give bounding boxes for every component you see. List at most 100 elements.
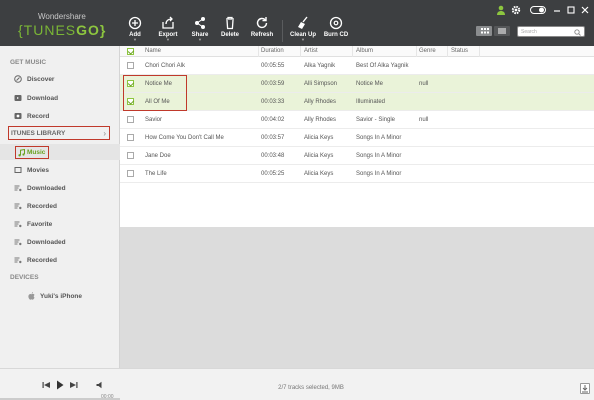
track-duration: 00:04:02 xyxy=(261,117,285,123)
track-duration: 00:03:33 xyxy=(261,99,285,105)
delete-button[interactable]: Delete xyxy=(219,16,241,46)
burn-cd-label: Burn CD xyxy=(323,32,349,38)
table-row[interactable]: Savior 00:04:02 Ally Rhodes Savior - Sin… xyxy=(120,111,594,129)
table-row[interactable]: Chori Chori Alk 00:05:55 Alka Yagnik Bes… xyxy=(120,57,594,75)
user-icon[interactable] xyxy=(496,4,506,16)
refresh-button[interactable]: Refresh xyxy=(249,16,275,46)
sidebar-item-label: Recorded xyxy=(27,256,57,264)
download-queue-button[interactable] xyxy=(580,383,590,394)
track-duration: 00:03:57 xyxy=(261,135,285,141)
column-album[interactable]: Album xyxy=(356,48,373,54)
search-input[interactable]: Search xyxy=(517,26,585,37)
sidebar-item-download[interactable]: Download xyxy=(14,92,58,104)
chevron-down-icon: ▼ xyxy=(133,37,137,42)
grid-view-button[interactable] xyxy=(476,26,492,36)
share-button[interactable]: Share ▼ xyxy=(189,16,211,46)
movie-icon xyxy=(14,167,22,173)
record-icon xyxy=(14,113,22,119)
track-name: Jane Doe xyxy=(145,153,171,159)
broom-icon xyxy=(298,16,308,29)
sidebar-item-music[interactable]: Music xyxy=(15,146,49,159)
row-checkbox[interactable] xyxy=(127,134,134,141)
column-genre[interactable]: Genre xyxy=(419,48,436,54)
close-icon[interactable] xyxy=(580,4,590,16)
table-row[interactable]: Jane Doe 00:03:48 Alicia Keys Songs In A… xyxy=(120,147,594,165)
table-row[interactable]: All Of Me 00:03:33 Ally Rhodes Illuminat… xyxy=(120,93,594,111)
export-button[interactable]: Export ▼ xyxy=(156,16,180,46)
table-header: Name Duration Artist Album Genre Status xyxy=(120,46,594,57)
row-checkbox[interactable] xyxy=(127,62,134,69)
sidebar-item-downloaded-2[interactable]: Downloaded xyxy=(14,236,66,248)
chevron-right-icon: › xyxy=(103,129,106,138)
column-divider xyxy=(352,46,353,57)
toolbar-divider xyxy=(282,20,283,42)
row-checkbox[interactable] xyxy=(127,170,134,177)
empty-table-area xyxy=(120,227,594,368)
select-all-checkbox[interactable] xyxy=(127,48,134,55)
sidebar-item-label: Discover xyxy=(27,75,55,83)
get-music-heading: GET MUSIC xyxy=(10,59,47,66)
track-genre: null xyxy=(419,81,429,87)
sidebar-item-favorite[interactable]: Favorite xyxy=(14,218,52,230)
itunes-library-heading[interactable]: ITUNES LIBRARY › xyxy=(8,126,110,140)
search-placeholder: Search xyxy=(521,29,537,35)
table-row[interactable]: Notice Me 00:03:59 Alli Simpson Notice M… xyxy=(120,75,594,93)
delete-label: Delete xyxy=(220,32,239,38)
chevron-down-icon: ▼ xyxy=(198,37,202,42)
sidebar-item-recorded-2[interactable]: Recorded xyxy=(14,254,57,266)
track-artist: Alka Yagnik xyxy=(304,63,336,69)
playlist-icon xyxy=(14,221,22,228)
column-name[interactable]: Name xyxy=(145,48,161,54)
add-button[interactable]: Add ▼ xyxy=(124,16,146,46)
track-genre: null xyxy=(419,117,429,123)
track-artist: Alli Simpson xyxy=(304,81,338,87)
sidebar-item-recorded[interactable]: Recorded xyxy=(14,200,57,212)
add-icon xyxy=(128,16,142,30)
brand-small: Wondershare xyxy=(38,12,86,21)
playlist-icon xyxy=(14,203,22,210)
toggle-icon[interactable] xyxy=(530,4,546,16)
track-name: Chori Chori Alk xyxy=(145,63,186,69)
search-icon xyxy=(574,29,581,36)
row-checkbox[interactable] xyxy=(127,116,134,123)
itunes-library-label: ITUNES LIBRARY xyxy=(11,130,66,137)
column-status[interactable]: Status xyxy=(451,48,468,54)
clean-up-button[interactable]: Clean Up ▼ xyxy=(288,16,318,46)
playlist-icon xyxy=(14,185,22,192)
track-album: Best Of Alka Yagnik xyxy=(356,63,409,69)
share-icon xyxy=(195,17,205,29)
track-artist: Alicia Keys xyxy=(304,135,334,141)
track-album: Songs In A Minor xyxy=(356,135,402,141)
column-duration[interactable]: Duration xyxy=(261,48,284,54)
app-logo: Wondershare {TUNESGO} xyxy=(0,0,120,46)
refresh-icon xyxy=(256,17,268,29)
gear-icon[interactable] xyxy=(511,4,521,16)
sidebar-item-label: Record xyxy=(27,112,50,120)
track-artist: Ally Rhodes xyxy=(304,117,337,123)
track-album: Songs In A Minor xyxy=(356,153,402,159)
column-divider xyxy=(416,46,417,57)
track-name: The Life xyxy=(145,171,167,177)
music-note-icon xyxy=(18,148,25,156)
refresh-label: Refresh xyxy=(250,32,274,38)
sidebar-item-discover[interactable]: Discover xyxy=(14,73,54,85)
track-table: Name Duration Artist Album Genre Status … xyxy=(120,46,594,368)
sidebar-item-movies[interactable]: Movies xyxy=(14,164,49,176)
sidebar-item-downloaded[interactable]: Downloaded xyxy=(14,182,66,194)
maximize-icon[interactable] xyxy=(566,4,576,16)
title-toolbar: Wondershare {TUNESGO} Add ▼ Export ▼ Sha… xyxy=(0,0,594,46)
column-divider xyxy=(479,46,480,57)
column-artist[interactable]: Artist xyxy=(304,48,318,54)
sidebar-item-record[interactable]: Record xyxy=(14,110,49,122)
list-view-button[interactable] xyxy=(494,26,510,36)
table-row[interactable]: How Come You Don't Call Me 00:03:57 Alic… xyxy=(120,129,594,147)
minimize-icon[interactable] xyxy=(552,4,562,16)
table-row[interactable]: The Life 00:05:25 Alicia Keys Songs In A… xyxy=(120,165,594,183)
device-name: Yuki's iPhone xyxy=(40,292,83,300)
track-name: Savior xyxy=(145,117,163,123)
brand-left: {TUNES xyxy=(18,22,77,38)
row-checkbox[interactable] xyxy=(127,152,134,159)
sidebar-item-device[interactable]: Yuki's iPhone xyxy=(28,290,82,302)
download-icon xyxy=(14,95,22,101)
burn-cd-button[interactable]: Burn CD xyxy=(321,16,351,46)
